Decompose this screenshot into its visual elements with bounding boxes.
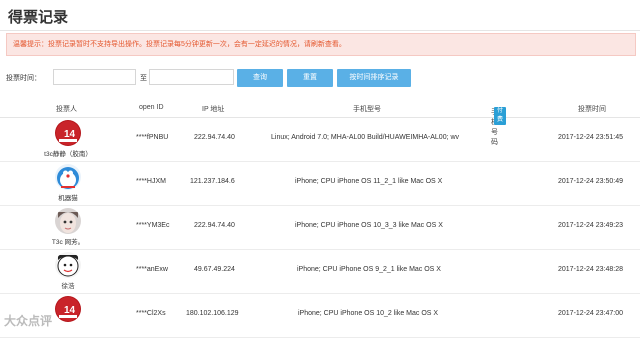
sort-by-time-button[interactable]: 按时间排序记录 <box>337 69 411 87</box>
device-cell: iPhone; CPU iPhone OS 10_2 like Mac OS X <box>298 310 439 317</box>
open-id-cell: ****anExw <box>136 266 168 273</box>
ip-cell: 49.67.49.224 <box>194 266 235 273</box>
search-bar: 投票时间： 至 查询 重置 按时间排序记录 <box>6 69 636 87</box>
open-id-cell: ****Cl2Xs <box>136 310 166 317</box>
voter-name: t3c静静（胶南） <box>44 151 92 158</box>
doraemon-avatar[interactable] <box>55 164 81 190</box>
ip-cell: 222.94.74.40 <box>194 222 235 229</box>
voter-name: 机器猫 <box>58 195 78 202</box>
start-date-input[interactable] <box>53 69 136 85</box>
ip-cell: 222.94.74.40 <box>194 134 235 141</box>
header-voter: 投票人 <box>56 106 77 113</box>
time-cell: 2017-12-24 23:51:45 <box>558 134 623 141</box>
header-device: 手机型号 <box>353 106 381 113</box>
range-separator: 至 <box>140 75 147 82</box>
svg-text:14: 14 <box>64 305 76 316</box>
device-cell: iPhone; CPU iPhone OS 11_2_1 like Mac OS… <box>295 178 443 185</box>
reset-button[interactable]: 重置 <box>287 69 333 87</box>
time-cell: 2017-12-24 23:50:49 <box>558 178 623 185</box>
table-row: 14 t3c静静（胶南） ****fPNBU 222.94.74.40 Linu… <box>0 118 640 162</box>
table-header: 投票人 open ID IP 地址 手机型号 手机号码付费 投票时间 <box>0 101 640 146</box>
watermark-logo: 大众点评 <box>4 314 53 328</box>
header-time: 投票时间 <box>578 106 606 113</box>
device-cell: iPhone; CPU iPhone OS 10_3_3 like Mac OS… <box>295 222 443 229</box>
vote-time-label: 投票时间： <box>6 75 41 82</box>
query-button[interactable]: 查询 <box>237 69 283 87</box>
header-open-id: open ID <box>139 104 164 111</box>
red-badge-avatar[interactable]: 14 <box>55 120 81 146</box>
red-badge-avatar[interactable]: 14 <box>55 296 81 322</box>
cartoon-face-avatar[interactable] <box>55 252 81 278</box>
title-divider <box>0 30 640 31</box>
notice-alert: 温馨提示：投票记录暂时不支持导出操作。投票记录每5分钟更新一次，会有一定延迟的情… <box>6 33 636 56</box>
time-cell: 2017-12-24 23:48:28 <box>558 266 623 273</box>
end-date-input[interactable] <box>149 69 234 85</box>
table-row: T3c 网芳。 ****YM3Ec 222.94.74.40 iPhone; C… <box>0 206 640 250</box>
open-id-cell: ****HJXM <box>136 178 166 185</box>
device-cell: iPhone; CPU iPhone OS 9_2_1 like Mac OS … <box>297 266 441 273</box>
ip-cell: 180.102.106.129 <box>186 310 239 317</box>
table-row: 机器猫 ****HJXM 121.237.184.6 iPhone; CPU i… <box>0 162 640 206</box>
table-row: 14 ****Cl2Xs 180.102.106.129 iPhone; CPU… <box>0 294 640 338</box>
device-cell: Linux; Android 7.0; MHA-AL00 Build/HUAWE… <box>271 134 460 141</box>
svg-text:14: 14 <box>64 129 76 140</box>
table-row: 徐浩 ****anExw 49.67.49.224 iPhone; CPU iP… <box>0 250 640 294</box>
page-title: 得票记录 <box>8 9 69 26</box>
voter-name: T3c 网芳。 <box>51 239 85 246</box>
open-id-cell: ****YM3Ec <box>136 222 170 229</box>
open-id-cell: ****fPNBU <box>136 134 169 141</box>
time-cell: 2017-12-24 23:49:23 <box>558 222 623 229</box>
ip-cell: 121.237.184.6 <box>190 178 235 185</box>
header-ip: IP 地址 <box>202 106 225 113</box>
time-cell: 2017-12-24 23:47:00 <box>558 310 623 317</box>
girl-photo-avatar[interactable] <box>55 208 81 234</box>
voter-name: 徐浩 <box>61 283 75 290</box>
